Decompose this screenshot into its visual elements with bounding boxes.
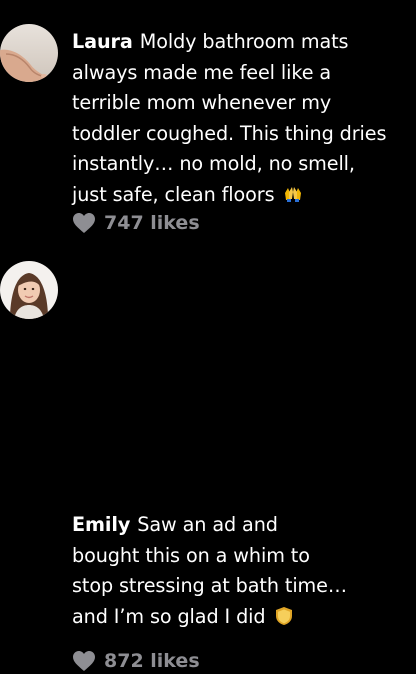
- comment-text: Saw an ad and: [137, 513, 278, 536]
- likes-emily[interactable]: 872 likes: [72, 648, 200, 674]
- comment-text: and I’m so glad I did: [72, 604, 266, 628]
- comment-text: just safe, clean floors: [72, 182, 275, 206]
- avatar-emily[interactable]: [0, 261, 58, 319]
- likes-laura[interactable]: 747 likes: [72, 210, 200, 236]
- comment-line: just safe, clean floors: [72, 180, 416, 211]
- comment-line: Laura Moldy bathroom mats: [72, 27, 416, 58]
- comment-body-emily: Emily Saw an ad and bought this on a whim…: [72, 510, 416, 632]
- comment-line: and I’m so glad I did: [72, 602, 416, 633]
- comment-line: bought this on a whim to: [72, 543, 310, 567]
- avatar-laura-image: [0, 24, 58, 82]
- heart-icon[interactable]: [72, 212, 96, 234]
- comment-line: toddler coughed. This thing dries: [72, 121, 387, 145]
- comment-body-laura: Laura Moldy bathroom mats always made me …: [72, 27, 416, 211]
- like-count: 747 likes: [104, 212, 200, 234]
- author-name-emily[interactable]: Emily: [72, 513, 130, 536]
- comment-text: Moldy bathroom mats: [139, 30, 349, 53]
- avatar-emily-image: [0, 261, 58, 319]
- comment-line: stop stressing at bath time…: [72, 574, 347, 598]
- author-name-laura[interactable]: Laura: [72, 30, 133, 53]
- like-count: 872 likes: [104, 650, 200, 672]
- comment-line: instantly… no mold, no smell,: [72, 152, 355, 176]
- raised-hands-emoji: [285, 186, 302, 202]
- shield-emoji: [276, 606, 293, 625]
- avatar-laura[interactable]: [0, 24, 58, 82]
- comment-line: Emily Saw an ad and: [72, 510, 416, 541]
- heart-icon[interactable]: [72, 650, 96, 672]
- comment-line: terrible mom whenever my: [72, 91, 332, 115]
- comment-line: always made me feel like a: [72, 60, 332, 84]
